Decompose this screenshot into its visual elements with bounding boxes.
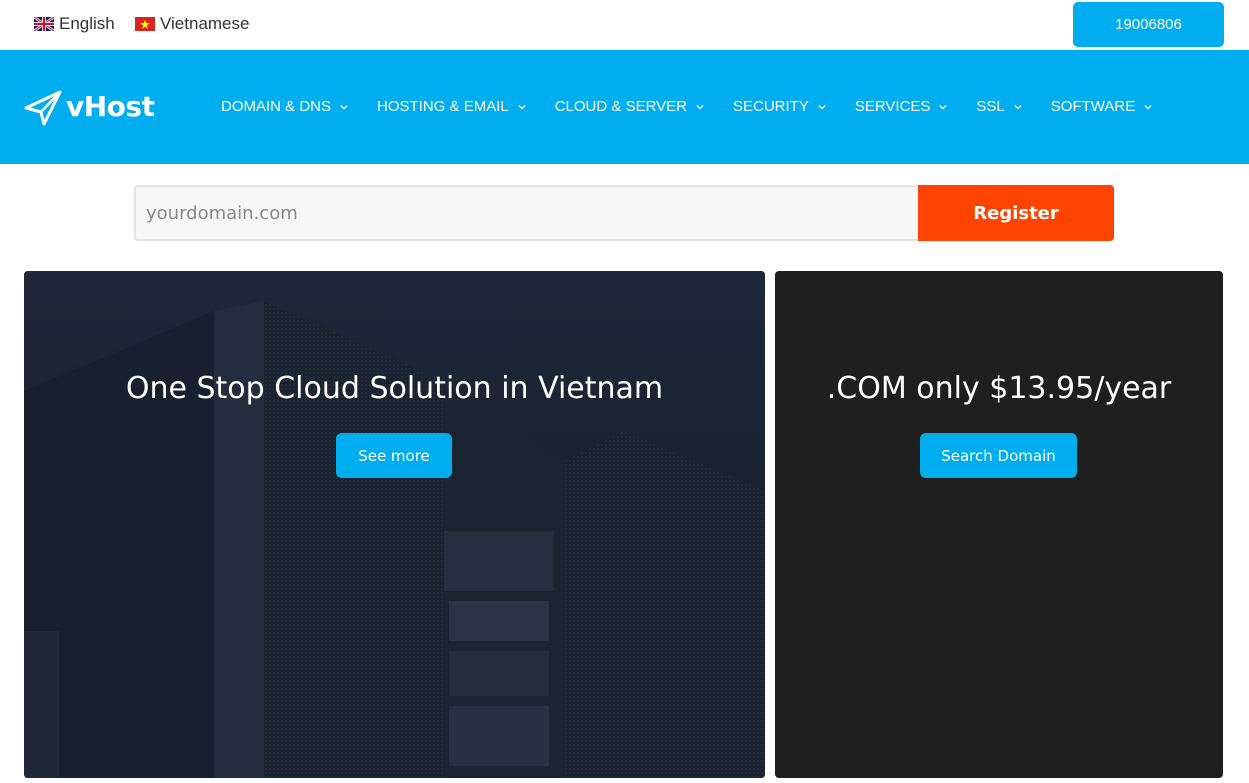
nav-item-label: HOSTING & EMAIL (377, 98, 509, 115)
chevron-down-icon (696, 104, 704, 109)
nav-item-cloud-server[interactable]: CLOUD & SERVER (555, 98, 704, 115)
nav-item-label: SSL (976, 98, 1005, 115)
chevron-down-icon (340, 104, 348, 109)
chevron-down-icon (1014, 104, 1022, 109)
search-domain-button[interactable]: Search Domain (920, 433, 1077, 478)
nav-item-software[interactable]: SOFTWARE (1051, 98, 1152, 115)
banner-title: One Stop Cloud Solution in Vietnam (125, 371, 664, 406)
nav-item-label: SECURITY (732, 98, 809, 115)
domain-search-input[interactable] (134, 185, 919, 241)
uk-flag-icon (34, 17, 54, 31)
nav-item-ssl[interactable]: SSL (976, 98, 1022, 115)
domain-promo-banner: .COM only $13.95/year Search Domain (775, 271, 1223, 778)
language-vietnamese-link[interactable]: Vietnamese (135, 14, 249, 34)
hotline-button[interactable]: 19006806 (1073, 2, 1224, 47)
cloud-solution-banner: One Stop Cloud Solution in Vietnam See m… (24, 271, 765, 778)
server-rack-background-image (24, 271, 765, 778)
logo-text: vHost (66, 89, 155, 123)
logo-arrow-icon (24, 90, 62, 126)
register-button[interactable]: Register (918, 185, 1114, 241)
chevron-down-icon (518, 104, 526, 109)
language-label: Vietnamese (160, 14, 250, 33)
main-header: vHost DOMAIN & DNS HOSTING & EMAIL CLOUD… (0, 50, 1249, 164)
top-bar: English Vietnamese 19006806 (0, 0, 1249, 50)
domain-search-form: Register (134, 185, 1114, 241)
see-more-button[interactable]: See more (336, 433, 452, 478)
nav-item-label: SOFTWARE (1050, 98, 1136, 115)
nav-item-label: CLOUD & SERVER (554, 98, 687, 115)
banner-title: .COM only $13.95/year (826, 371, 1172, 406)
nav-item-domain-dns[interactable]: DOMAIN & DNS (221, 98, 348, 115)
nav-item-hosting-email[interactable]: HOSTING & EMAIL (377, 98, 526, 115)
chevron-down-icon (939, 104, 948, 109)
vhost-logo[interactable]: vHost (24, 86, 155, 126)
nav-item-label: SERVICES (854, 98, 931, 115)
vietnam-flag-icon (135, 17, 155, 31)
language-label: English (59, 14, 115, 33)
nav-item-label: DOMAIN & DNS (221, 98, 332, 115)
nav-item-security[interactable]: SECURITY (733, 98, 826, 115)
chevron-down-icon (1144, 104, 1152, 109)
nav-item-services[interactable]: SERVICES (855, 98, 948, 115)
language-english-link[interactable]: English (34, 14, 115, 34)
main-nav: DOMAIN & DNS HOSTING & EMAIL CLOUD & SER… (221, 98, 1181, 115)
chevron-down-icon (818, 104, 826, 109)
